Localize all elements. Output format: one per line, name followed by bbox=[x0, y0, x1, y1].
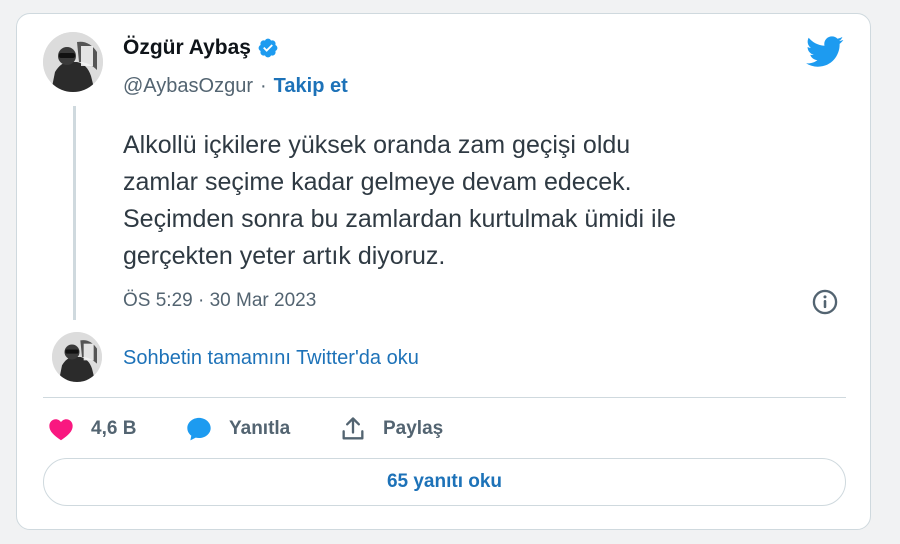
reply-bubble-icon bbox=[187, 417, 211, 441]
tweet-text-line: zamlar seçime kadar gelmeye devam edecek… bbox=[123, 168, 632, 196]
author-handle[interactable]: @AybasOzgur bbox=[123, 75, 253, 98]
tweet-text-line: Seçimden sonra bu zamlardan kurtulmak üm… bbox=[123, 205, 677, 233]
reply-button[interactable]: Yanıtla bbox=[185, 414, 290, 444]
tweet-text-line: Alkollü içkilere yüksek oranda zam geçiş… bbox=[123, 131, 631, 159]
thread-line bbox=[73, 106, 76, 320]
author-name-text[interactable]: Özgür Aybaş bbox=[123, 36, 251, 60]
info-icon[interactable] bbox=[811, 288, 839, 316]
share-label: Paylaş bbox=[383, 418, 444, 439]
tweet-text-line: gerçekten yeter artık diyoruz. bbox=[123, 242, 446, 270]
heart-icon bbox=[49, 419, 73, 441]
author-avatar[interactable] bbox=[43, 32, 103, 92]
share-icon bbox=[342, 417, 364, 440]
divider bbox=[43, 397, 846, 398]
share-button[interactable]: Paylaş bbox=[339, 414, 443, 444]
follow-button[interactable]: Takip et bbox=[274, 75, 348, 98]
reply-label: Yanıtla bbox=[229, 418, 291, 439]
like-button[interactable]: 4,6 B bbox=[47, 414, 136, 444]
separator-dot: · bbox=[260, 75, 267, 97]
conversation-avatar bbox=[52, 332, 102, 382]
verified-badge-icon bbox=[258, 38, 278, 58]
twitter-bird-icon[interactable] bbox=[806, 36, 844, 68]
tweet-text: Alkollü içkilere yüksek oranda zam geçiş… bbox=[123, 127, 823, 275]
like-count: 4,6 B bbox=[91, 418, 137, 439]
tweet-embed-card: Özgür Aybaş @AybasOzgur · Takip et Alkol… bbox=[16, 13, 871, 530]
read-conversation-link[interactable]: Sohbetin tamamını Twitter'da oku bbox=[123, 347, 419, 370]
author-name[interactable]: Özgür Aybaş bbox=[123, 36, 279, 60]
tweet-timestamp[interactable]: ÖS 5:29 · 30 Mar 2023 bbox=[123, 290, 316, 312]
read-replies-button[interactable]: 65 yanıtı oku bbox=[43, 458, 846, 506]
handle-row: @AybasOzgur · Takip et bbox=[123, 75, 348, 98]
